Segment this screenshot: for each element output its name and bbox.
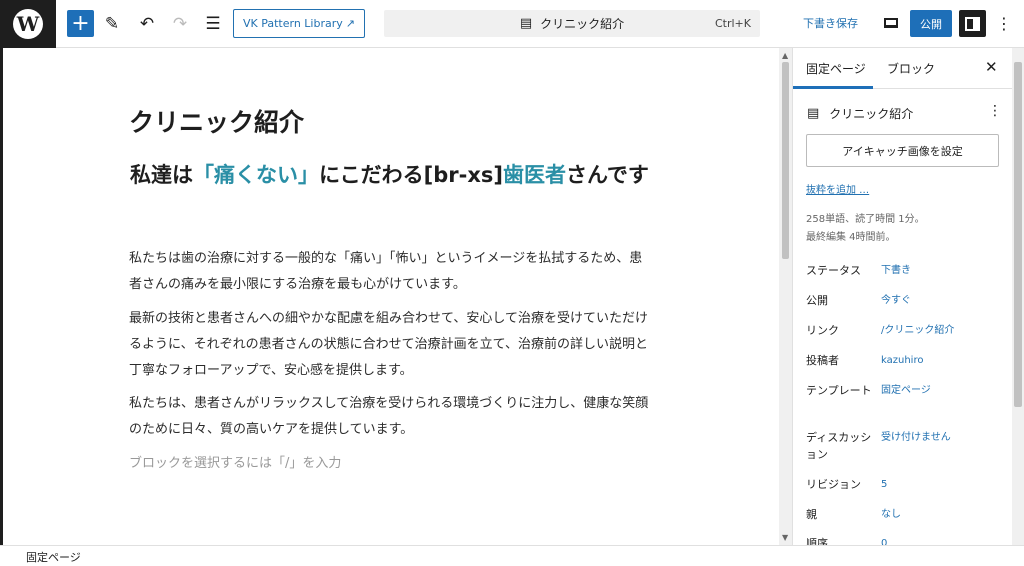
document-icon: ▤ bbox=[519, 16, 533, 31]
paragraph-block[interactable]: 私たちは歯の治療に対する一般的な「痛い」「怖い」というイメージを払拭するため、患… bbox=[129, 246, 654, 298]
meta-value-discussion[interactable]: 受け付けません bbox=[881, 429, 951, 446]
active-tab-indicator bbox=[793, 86, 873, 89]
meta-label-discussion: ディスカッション bbox=[806, 431, 872, 461]
heading-block[interactable]: 私達は「痛くない」にこだわる[br-xs]歯医者さんです bbox=[129, 159, 650, 191]
post-title[interactable]: クリニック紹介 bbox=[129, 103, 304, 139]
add-block-button[interactable]: + bbox=[67, 10, 94, 37]
page-icon: ▤ bbox=[807, 105, 820, 121]
command-palette-bar[interactable]: ▤ クリニック紹介 Ctrl+K bbox=[384, 10, 760, 37]
vk-pattern-library-label: VK Pattern Library bbox=[243, 17, 343, 30]
heading-accent-text: 歯医者 bbox=[502, 163, 566, 187]
tools-icon[interactable]: ✎ bbox=[98, 10, 126, 38]
tab-page[interactable]: 固定ページ bbox=[806, 60, 866, 77]
last-edited: 最終編集 4時間前。 bbox=[806, 232, 896, 243]
scroll-down-icon[interactable]: ▼ bbox=[782, 533, 788, 542]
meta-label-parent: 親 bbox=[806, 508, 817, 521]
meta-label-status: ステータス bbox=[806, 264, 861, 277]
meta-label-author: 投稿者 bbox=[806, 354, 839, 367]
undo-icon[interactable]: ↶ bbox=[133, 10, 161, 38]
meta-label-publish: 公開 bbox=[806, 294, 828, 307]
meta-value-publish[interactable]: 今すぐ bbox=[881, 292, 911, 309]
document-title: クリニック紹介 bbox=[829, 106, 914, 121]
wordpress-logo-icon: W bbox=[13, 9, 43, 39]
meta-value-author[interactable]: kazuhiro bbox=[881, 352, 923, 369]
vk-pattern-library-button[interactable]: VK Pattern Library ↗ bbox=[233, 9, 365, 38]
paragraph-block[interactable]: 私たちは、患者さんがリラックスして治療を受けられる環境づくりに注力し、健康な笑顔… bbox=[129, 391, 654, 443]
sidebar-tabs: 固定ページ ブロック ✕ bbox=[793, 48, 1012, 89]
canvas-edge bbox=[0, 48, 3, 545]
meta-label-order: 順序 bbox=[806, 537, 828, 545]
document-summary: ▤ クリニック紹介 ⋮ bbox=[807, 103, 1002, 123]
editor-header: W + ✎ ↶ ↷ ☰ VK Pattern Library ↗ ▤ クリニック… bbox=[0, 0, 1024, 48]
heading-accent-text: 「痛くない」 bbox=[193, 163, 320, 187]
block-placeholder[interactable]: ブロックを選択するには「/」を入力 bbox=[129, 451, 341, 477]
meta-value-parent[interactable]: なし bbox=[881, 506, 901, 523]
meta-label-template: テンプレート bbox=[806, 384, 872, 397]
heading-text: 私達は bbox=[130, 163, 194, 187]
canvas-scrollbar[interactable]: ▲ ▼ bbox=[779, 48, 792, 545]
scroll-up-icon[interactable]: ▲ bbox=[782, 51, 788, 60]
paragraph-block[interactable]: 最新の技術と患者さんへの細やかな配慮を組み合わせて、安心して治療を受けていただけ… bbox=[129, 306, 654, 384]
options-menu-icon[interactable]: ⋮ bbox=[994, 12, 1014, 34]
redo-icon[interactable]: ↷ bbox=[166, 10, 194, 38]
meta-value-template[interactable]: 固定ページ bbox=[881, 382, 931, 399]
settings-panel-icon[interactable] bbox=[959, 10, 986, 37]
editor-canvas: クリニック紹介 私達は「痛くない」にこだわる[br-xs]歯医者さんです 私たち… bbox=[0, 48, 779, 545]
wordpress-logo-button[interactable]: W bbox=[0, 0, 56, 48]
add-excerpt-link[interactable]: 抜粋を追加 … bbox=[806, 181, 869, 196]
post-stats: 258単語、読了時間 1分。 最終編集 4時間前。 bbox=[806, 211, 925, 247]
external-link-icon: ↗ bbox=[345, 17, 355, 30]
meta-label-link: リンク bbox=[806, 324, 839, 337]
command-shortcut: Ctrl+K bbox=[714, 17, 751, 30]
breadcrumb-item[interactable]: 固定ページ bbox=[26, 549, 81, 565]
word-count: 258単語、読了時間 1分。 bbox=[806, 214, 925, 225]
publish-button[interactable]: 公開 bbox=[910, 10, 952, 37]
set-featured-image-button[interactable]: アイキャッチ画像を設定 bbox=[806, 134, 999, 167]
settings-sidebar: 固定ページ ブロック ✕ ▤ クリニック紹介 ⋮ アイキャッチ画像を設定 抜粋を… bbox=[792, 48, 1012, 545]
save-draft-button[interactable]: 下書き保存 bbox=[803, 15, 858, 31]
sidebar-scrollbar[interactable] bbox=[1012, 48, 1024, 545]
scrollbar-thumb[interactable] bbox=[1014, 62, 1022, 407]
close-icon[interactable]: ✕ bbox=[985, 58, 998, 76]
heading-text: さんです bbox=[565, 163, 649, 187]
scrollbar-thumb[interactable] bbox=[782, 62, 789, 259]
meta-value-order[interactable]: 0 bbox=[881, 535, 887, 545]
meta-value-status[interactable]: 下書き bbox=[881, 262, 911, 279]
meta-value-link[interactable]: /クリニック紹介 bbox=[881, 322, 954, 339]
block-breadcrumb-bar: 固定ページ bbox=[0, 545, 1024, 566]
meta-label-revisions: リビジョン bbox=[806, 478, 861, 491]
document-overview-icon[interactable]: ☰ bbox=[199, 10, 227, 38]
heading-text: にこだわる[br-xs] bbox=[319, 163, 503, 187]
command-title: クリニック紹介 bbox=[540, 17, 625, 31]
document-actions-icon[interactable]: ⋮ bbox=[988, 103, 1002, 119]
tab-block[interactable]: ブロック bbox=[887, 60, 935, 77]
meta-value-revisions[interactable]: 5 bbox=[881, 476, 887, 493]
preview-icon[interactable] bbox=[880, 12, 902, 34]
